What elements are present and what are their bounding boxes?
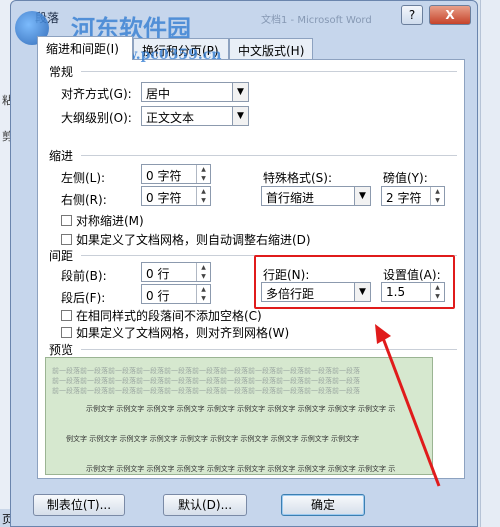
outline-level-select[interactable]: 正文文本 ▼ xyxy=(141,106,249,126)
preview-prev-paragraph: 前一段落前一段落前一段落前一段落前一段落前一段落前一段落前一段落前一段落前一段落… xyxy=(52,367,360,375)
preview-prev-paragraph: 前一段落前一段落前一段落前一段落前一段落前一段落前一段落前一段落前一段落前一段落… xyxy=(52,387,360,395)
space-after-label: 段后(F): xyxy=(61,291,106,305)
tab-asian-typography[interactable]: 中文版式(H) xyxy=(229,38,313,59)
left-indent-label: 左侧(L): xyxy=(61,171,106,185)
spinner-arrows[interactable]: ▲ ▼ xyxy=(430,283,444,301)
line-spacing-at-label: 设置值(A): xyxy=(383,268,441,282)
background-scrollbar xyxy=(480,0,500,527)
alignment-value: 居中 xyxy=(146,87,171,101)
chevron-down-icon: ▼ xyxy=(232,83,248,101)
alignment-label: 对齐方式(G): xyxy=(61,87,132,101)
divider xyxy=(81,155,457,156)
spinner-arrows[interactable]: ▲ ▼ xyxy=(196,165,210,183)
auto-adjust-indent-label: 如果定义了文档网格，则自动调整右缩进(D) xyxy=(76,233,311,247)
section-general-title: 常规 xyxy=(49,65,74,79)
outline-level-value: 正文文本 xyxy=(146,111,195,125)
preview-sample-line: 例文字 示例文字 示例文字 示例文字 示例文字 示例文字 示例文字 示例文字 示… xyxy=(66,435,360,443)
section-spacing-title: 间距 xyxy=(49,249,74,263)
left-indent-value: 0 字符 xyxy=(146,169,182,183)
right-indent-label: 右侧(R): xyxy=(61,193,107,207)
annotation-arrow-icon xyxy=(375,324,441,487)
chevron-down-icon: ▼ xyxy=(354,283,370,301)
snap-to-grid-label: 如果定义了文档网格，则对齐到网格(W) xyxy=(76,326,290,340)
spinner-arrows[interactable]: ▲ ▼ xyxy=(196,187,210,205)
checkbox-box[interactable] xyxy=(61,310,72,321)
mirror-indents-label: 对称缩进(M) xyxy=(76,214,144,228)
mirror-indents-checkbox[interactable]: 对称缩进(M) xyxy=(61,212,144,229)
line-spacing-at-spinner[interactable]: 1.5 ▲ ▼ xyxy=(381,282,445,302)
indent-by-value: 2 字符 xyxy=(386,191,422,205)
section-preview-title: 预览 xyxy=(49,343,74,357)
spinner-arrows[interactable]: ▲ ▼ xyxy=(196,285,210,303)
no-space-same-style-checkbox[interactable]: 在相同样式的段落间不添加空格(C) xyxy=(61,307,262,324)
section-indent-title: 缩进 xyxy=(49,149,74,163)
special-indent-label: 特殊格式(S): xyxy=(263,171,333,185)
tabs-button[interactable]: 制表位(T)... xyxy=(33,494,125,516)
no-space-same-style-label: 在相同样式的段落间不添加空格(C) xyxy=(76,309,262,323)
right-indent-value: 0 字符 xyxy=(146,191,182,205)
special-indent-select[interactable]: 首行缩进 ▼ xyxy=(261,186,371,206)
right-indent-spinner[interactable]: 0 字符 ▲ ▼ xyxy=(141,186,211,206)
spinner-arrows[interactable]: ▲ ▼ xyxy=(196,263,210,281)
indent-by-label: 磅值(Y): xyxy=(383,171,428,185)
spinner-arrows[interactable]: ▲ ▼ xyxy=(430,187,444,205)
ok-button[interactable]: 确定 xyxy=(281,494,365,516)
divider xyxy=(81,71,457,72)
outline-level-label: 大纲级别(O): xyxy=(61,111,132,125)
line-spacing-value: 多倍行距 xyxy=(266,287,315,301)
paragraph-dialog: 段落 文档1 - Microsoft Word ? X 河东软件园 缩进和间距(… xyxy=(10,0,478,527)
checkbox-box[interactable] xyxy=(61,215,72,226)
close-button[interactable]: X xyxy=(429,5,471,25)
space-after-value: 0 行 xyxy=(146,289,170,303)
checkbox-box[interactable] xyxy=(61,234,72,245)
line-spacing-select[interactable]: 多倍行距 ▼ xyxy=(261,282,371,302)
line-spacing-at-value: 1.5 xyxy=(386,285,406,299)
space-before-spinner[interactable]: 0 行 ▲ ▼ xyxy=(141,262,211,282)
set-default-button[interactable]: 默认(D)... xyxy=(163,494,247,516)
alignment-select[interactable]: 居中 ▼ xyxy=(141,82,249,102)
auto-adjust-indent-checkbox[interactable]: 如果定义了文档网格，则自动调整右缩进(D) xyxy=(61,231,311,248)
special-indent-value: 首行缩进 xyxy=(266,191,315,205)
line-spacing-label: 行距(N): xyxy=(263,268,310,282)
help-button[interactable]: ? xyxy=(401,5,423,25)
chevron-down-icon: ▼ xyxy=(232,107,248,125)
space-after-spinner[interactable]: 0 行 ▲ ▼ xyxy=(141,284,211,304)
chevron-down-icon: ▼ xyxy=(354,187,370,205)
word-window-title: 文档1 - Microsoft Word xyxy=(261,15,372,26)
preview-prev-paragraph: 前一段落前一段落前一段落前一段落前一段落前一段落前一段落前一段落前一段落前一段落… xyxy=(52,377,360,385)
checkbox-box[interactable] xyxy=(61,327,72,338)
space-before-value: 0 行 xyxy=(146,267,170,281)
left-indent-spinner[interactable]: 0 字符 ▲ ▼ xyxy=(141,164,211,184)
space-before-label: 段前(B): xyxy=(61,269,107,283)
indent-by-spinner[interactable]: 2 字符 ▲ ▼ xyxy=(381,186,445,206)
snap-to-grid-checkbox[interactable]: 如果定义了文档网格，则对齐到网格(W) xyxy=(61,324,289,341)
preview-sample-line: 示例文字 示例文字 示例文字 示例文字 示例文字 示例文字 示例文字 示例文字 … xyxy=(86,465,396,473)
preview-sample-line: 示例文字 示例文字 示例文字 示例文字 示例文字 示例文字 示例文字 示例文字 … xyxy=(86,405,396,413)
tab-indents-spacing[interactable]: 缩进和间距(I) xyxy=(37,36,133,60)
